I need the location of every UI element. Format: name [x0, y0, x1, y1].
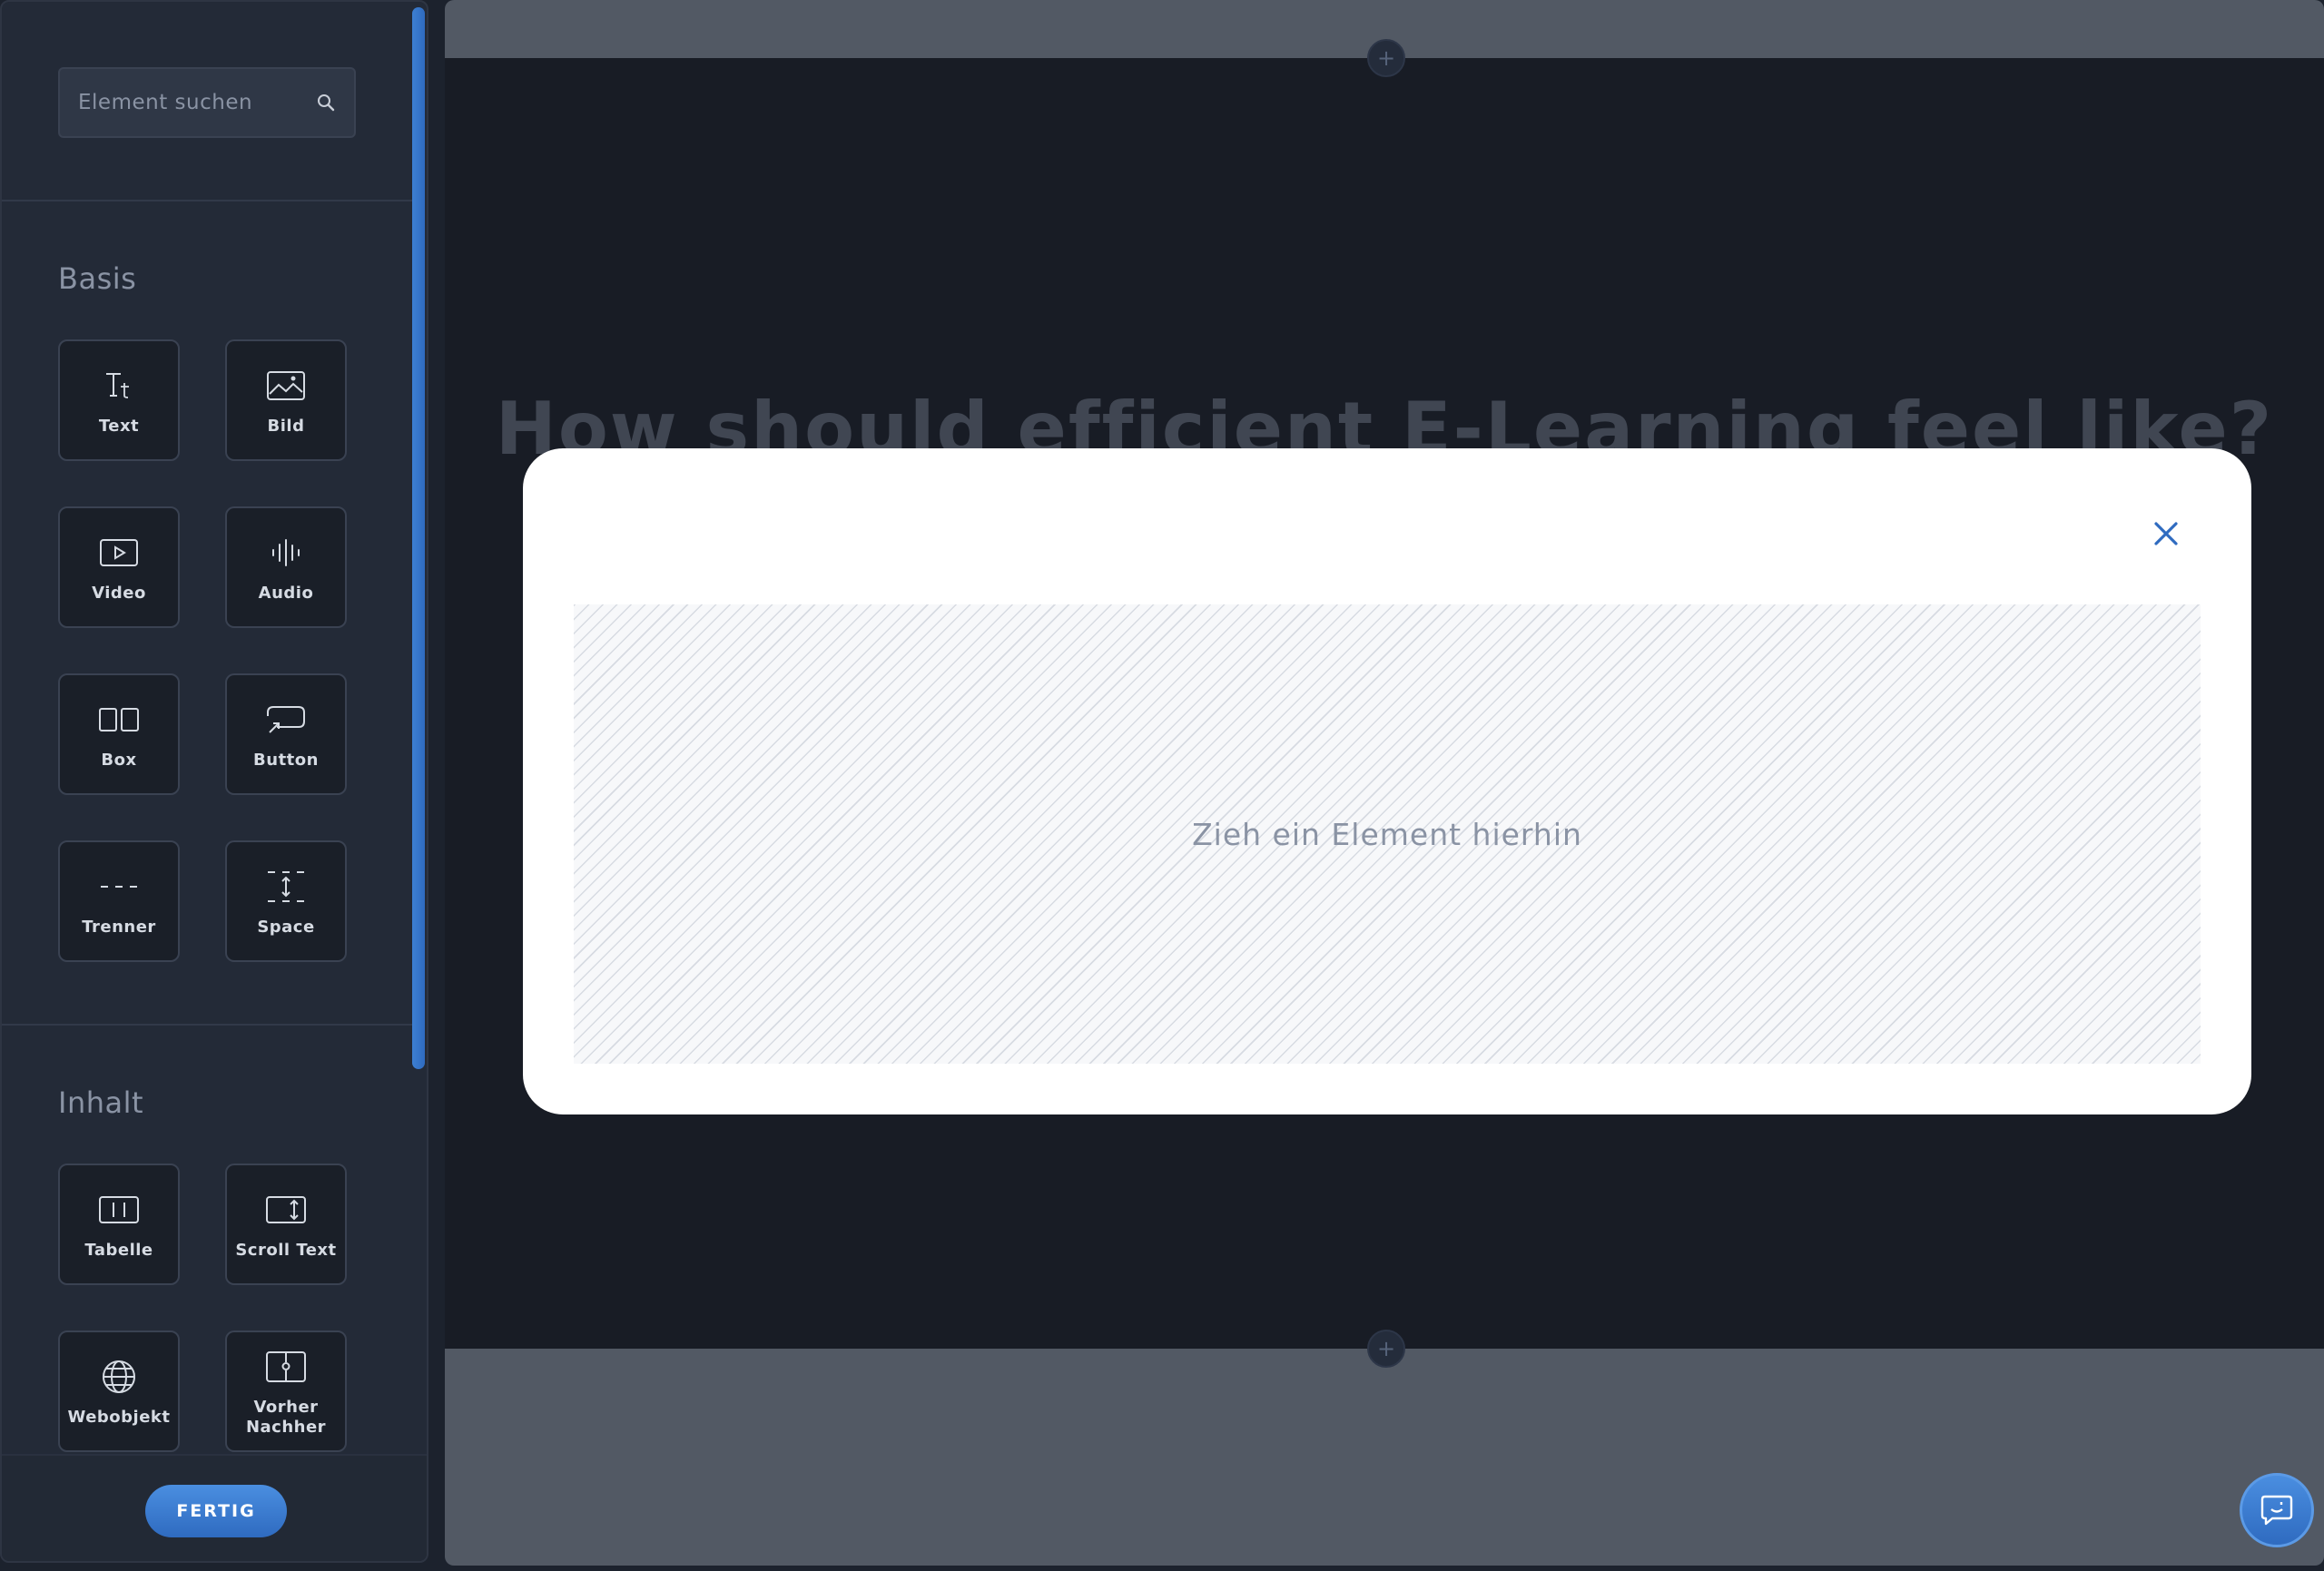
tile-label: Button	[253, 751, 319, 770]
before-after-icon	[265, 1345, 307, 1389]
add-section-below-button[interactable]: +	[1367, 1330, 1405, 1368]
element-tile-audio[interactable]: Audio	[225, 506, 347, 628]
tile-label: Trenner	[82, 918, 156, 937]
box-icon	[98, 698, 140, 741]
element-tile-scroll-text[interactable]: Scroll Text	[225, 1164, 347, 1285]
video-icon	[99, 531, 139, 574]
element-tile-space[interactable]: Space	[225, 840, 347, 962]
close-icon	[2154, 522, 2178, 545]
page-canvas: How should efficient E-Learning feel lik…	[445, 0, 2324, 1566]
divider	[2, 200, 412, 201]
element-dropzone[interactable]: Zieh ein Element hierhin	[574, 604, 2201, 1064]
element-tile-table[interactable]: Tabelle	[58, 1164, 180, 1285]
tile-label: Audio	[258, 584, 314, 603]
element-sidebar: Element suchen Basis Text Bild Video Aud…	[0, 0, 428, 1563]
table-icon	[98, 1188, 140, 1232]
image-icon	[266, 364, 306, 407]
audio-icon	[268, 531, 304, 574]
tile-label: Bild	[267, 417, 305, 436]
sidebar-footer: FERTIG	[2, 1454, 427, 1561]
tile-label: Vorher Nachher	[245, 1398, 327, 1437]
element-tile-divider[interactable]: Trenner	[58, 840, 180, 962]
tile-label: Box	[101, 751, 137, 770]
button-icon	[264, 698, 308, 741]
chat-icon	[2260, 1495, 2293, 1526]
tile-label: Text	[98, 417, 140, 436]
element-tile-button[interactable]: Button	[225, 673, 347, 795]
tile-label: Tabelle	[84, 1241, 153, 1260]
element-tile-box[interactable]: Box	[58, 673, 180, 795]
plus-icon: +	[1376, 1336, 1396, 1361]
element-tile-text[interactable]: Text	[58, 339, 180, 461]
element-tile-video[interactable]: Video	[58, 506, 180, 628]
add-section-above-button[interactable]: +	[1367, 39, 1405, 77]
divider	[2, 1024, 412, 1026]
tile-label: Video	[92, 584, 146, 603]
search-icon[interactable]	[316, 93, 336, 113]
globe-icon	[101, 1355, 137, 1399]
tile-label: Scroll Text	[235, 1241, 337, 1260]
search-placeholder: Element suchen	[78, 91, 253, 114]
tile-label: Space	[257, 918, 315, 937]
chat-button[interactable]	[2240, 1473, 2314, 1547]
section-heading-inhalt: Inhalt	[58, 1085, 144, 1120]
element-picker-modal: Zieh ein Element hierhin	[523, 448, 2251, 1114]
plus-icon: +	[1376, 45, 1396, 71]
dropzone-label: Zieh ein Element hierhin	[1192, 816, 1582, 852]
element-tile-before-after[interactable]: Vorher Nachher	[225, 1330, 347, 1452]
divider-icon	[99, 865, 139, 908]
element-tile-web-object[interactable]: Webobjekt	[58, 1330, 180, 1452]
section-heading-basis: Basis	[58, 261, 137, 296]
sidebar-scrollbar[interactable]	[412, 7, 425, 1069]
close-button[interactable]	[2148, 515, 2184, 552]
done-button[interactable]: FERTIG	[145, 1485, 287, 1537]
element-tile-image[interactable]: Bild	[225, 339, 347, 461]
scroll-text-icon	[265, 1188, 307, 1232]
search-input[interactable]: Element suchen	[58, 67, 356, 138]
space-icon	[266, 865, 306, 908]
tile-label: Webobjekt	[67, 1408, 171, 1427]
text-icon	[103, 364, 135, 407]
